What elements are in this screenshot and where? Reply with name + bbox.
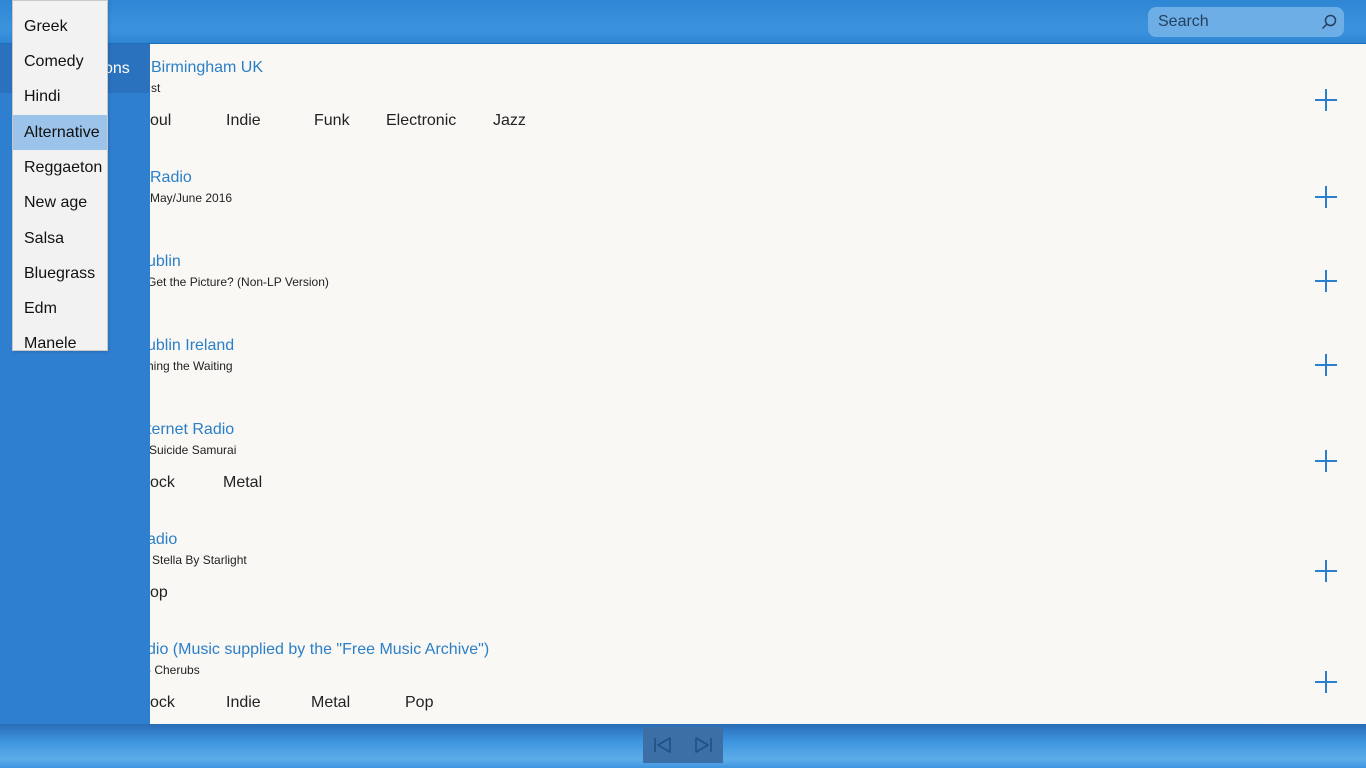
skip-previous-icon[interactable] — [651, 735, 675, 755]
station-name[interactable]: ternet Radio — [150, 421, 234, 439]
station-track: Stella By Starlight — [152, 553, 247, 567]
search-box[interactable]: Search — [1148, 7, 1344, 37]
skip-next-icon[interactable] — [691, 735, 715, 755]
genre-tag[interactable]: Indie — [226, 112, 261, 130]
add-station-button[interactable] — [1314, 449, 1338, 473]
dropdown-item[interactable]: Manele — [13, 326, 107, 350]
station-name[interactable]: Birmingham UK — [151, 59, 263, 77]
genre-tag[interactable]: Jazz — [493, 112, 526, 130]
station-track: st — [151, 81, 161, 95]
dropdown-item[interactable]: Salsa — [13, 221, 107, 256]
search-input[interactable]: Search — [1158, 13, 1209, 31]
station-item[interactable]: ublin Get the Picture? (Non-LP Version) — [150, 238, 1366, 322]
station-item[interactable]: dio (Music supplied by the "Free Music A… — [150, 626, 1366, 724]
station-track: hing the Waiting — [150, 359, 233, 373]
station-name[interactable]: dio (Music supplied by the "Free Music A… — [150, 641, 489, 659]
player-controls — [643, 727, 723, 763]
genre-tag[interactable]: Indie — [226, 694, 261, 712]
station-item[interactable]: adio Stella By Starlight op — [150, 516, 1366, 626]
station-list: Birmingham UK st oul Indie Funk Electron… — [150, 44, 1366, 724]
genre-tag[interactable]: Funk — [314, 112, 350, 130]
dropdown-item[interactable]: Edm — [13, 291, 107, 326]
genre-tag[interactable]: ock — [150, 694, 175, 712]
dropdown-item[interactable]: Hindi — [13, 79, 107, 114]
add-station-button[interactable] — [1314, 353, 1338, 377]
add-station-button[interactable] — [1314, 670, 1338, 694]
dropdown-item[interactable]: Greek — [13, 9, 107, 44]
station-track: Suicide Samurai — [150, 443, 237, 457]
station-item[interactable]: ublin Ireland hing the Waiting — [150, 322, 1366, 406]
genre-tag[interactable]: op — [150, 584, 168, 602]
genre-tag[interactable]: Pop — [405, 694, 433, 712]
genre-tag[interactable]: Electronic — [386, 112, 456, 130]
genre-tag[interactable]: ock — [150, 474, 175, 492]
genre-tag[interactable]: Metal — [311, 694, 350, 712]
top-bar: Search — [0, 0, 1366, 44]
station-item[interactable]: ternet Radio Suicide Samurai ock Metal — [150, 406, 1366, 516]
dropdown-item[interactable]: Comedy — [13, 44, 107, 79]
dropdown-item[interactable]: New age — [13, 185, 107, 220]
station-name[interactable]: ublin Ireland — [150, 337, 234, 355]
dropdown-item[interactable]: Reggaeton — [13, 150, 107, 185]
station-name[interactable]: adio — [150, 531, 177, 549]
add-station-button[interactable] — [1314, 88, 1338, 112]
station-track: May/June 2016 — [150, 191, 233, 205]
genre-tag[interactable]: Metal — [223, 474, 262, 492]
add-station-button[interactable] — [1314, 185, 1338, 209]
station-item[interactable]: Birmingham UK st oul Indie Funk Electron… — [150, 44, 1366, 154]
station-name[interactable]: ublin — [150, 253, 181, 271]
station-track: - Cherubs — [150, 663, 200, 677]
dropdown-item-selected[interactable]: Alternative — [13, 115, 107, 150]
station-track: Get the Picture? (Non-LP Version) — [150, 275, 329, 289]
add-station-button[interactable] — [1314, 559, 1338, 583]
add-station-button[interactable] — [1314, 269, 1338, 293]
player-bar — [0, 724, 1366, 768]
station-item[interactable]: Radio May/June 2016 — [150, 154, 1366, 238]
search-icon[interactable] — [1320, 13, 1338, 31]
station-name[interactable]: Radio — [150, 169, 192, 187]
genre-tag[interactable]: oul — [150, 112, 171, 130]
genre-dropdown: Greek Comedy Hindi Alternative Reggaeton… — [12, 0, 108, 351]
dropdown-item[interactable]: Bluegrass — [13, 256, 107, 291]
